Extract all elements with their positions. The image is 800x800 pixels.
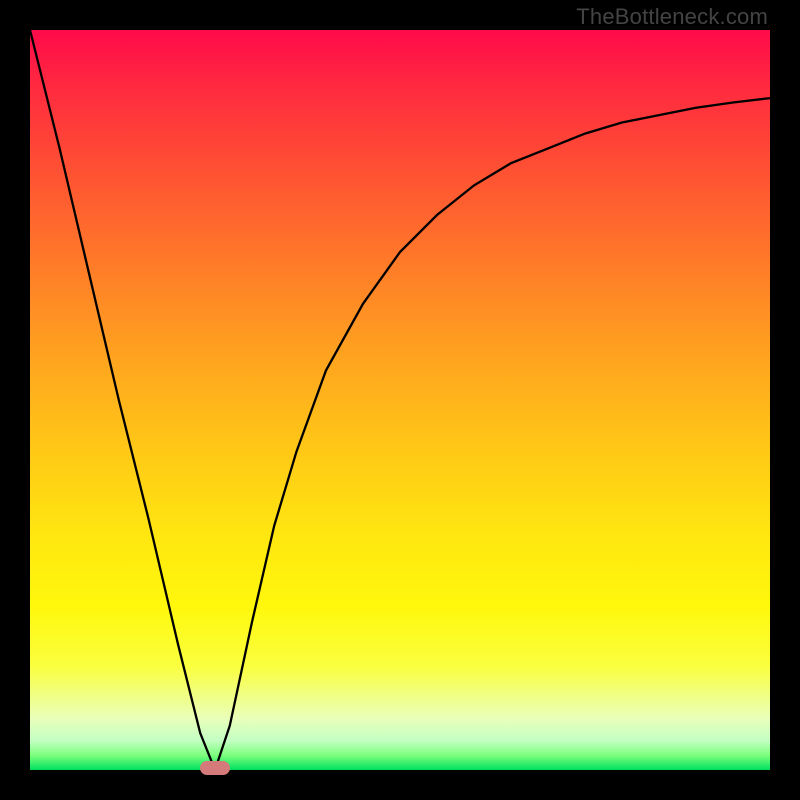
plot-area bbox=[30, 30, 770, 770]
watermark-text: TheBottleneck.com bbox=[576, 4, 768, 30]
chart-frame: TheBottleneck.com bbox=[0, 0, 800, 800]
curve-path bbox=[30, 30, 770, 770]
minimum-marker bbox=[200, 761, 230, 775]
bottleneck-curve bbox=[30, 30, 770, 770]
